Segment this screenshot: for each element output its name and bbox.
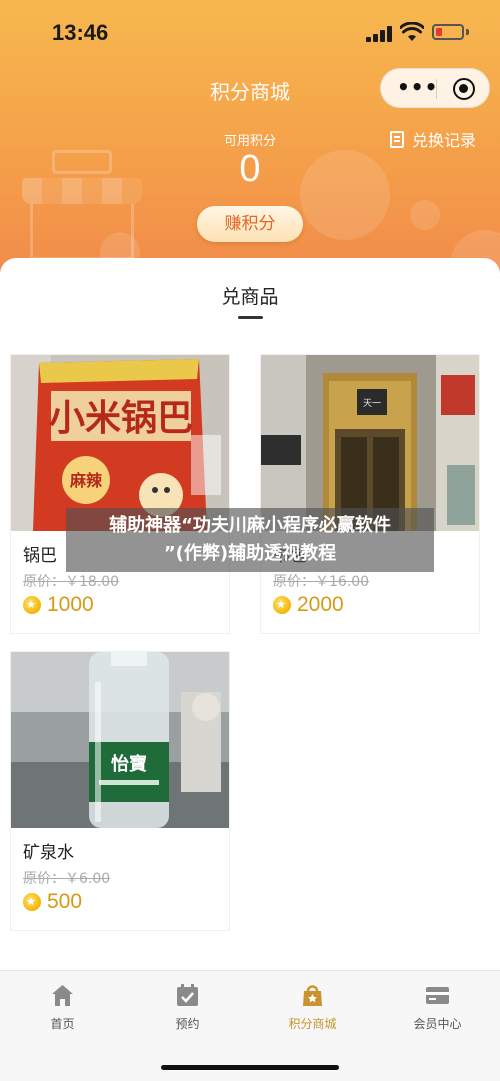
shopping-bag-icon [303,985,322,1006]
watermark-overlay: 辅助神器“功夫川麻小程序必赢软件 ”(作弊)辅助透视教程 [66,508,434,572]
product-original-price: 原价：￥18.00 [23,574,120,590]
home-indicator[interactable] [161,1065,339,1070]
redeem-record-label: 兑换记录 [412,131,477,150]
section-title: 兑商品 [221,286,279,308]
more-dots-icon[interactable]: ••• [397,77,437,99]
tab-home[interactable]: 首页 [0,983,125,1033]
product-original-price: 原价：￥16.00 [273,574,370,590]
product-original-price: 原价：￥6.00 [23,871,111,887]
product-points: 2000 [273,591,344,619]
coin-icon [23,893,41,911]
product-points: 500 [23,888,82,916]
home-icon [52,985,73,1006]
tab-label: 积分商城 [288,1017,337,1031]
product-points-value: 1000 [47,593,94,616]
coin-icon [273,596,291,614]
product-image[interactable]: 小米锅巴 麻辣 [11,355,229,531]
points-value: 0 [239,148,261,190]
overlay-line-1: 辅助神器“功夫川麻小程序必赢软件 [109,515,391,536]
tab-points-mall[interactable]: 积分商城 [250,983,375,1033]
tab-label: 预约 [175,1017,200,1031]
calendar-check-icon [177,984,198,1006]
product-points-value: 500 [47,890,83,913]
svg-text:天一: 天一 [363,399,381,409]
battery-icon [432,24,464,40]
mini-program-close-icon[interactable] [453,78,475,100]
tab-member-center[interactable]: 会员中心 [375,983,500,1033]
status-time: 13:46 [52,20,109,45]
earn-points-button[interactable]: 赚积分 [197,206,303,242]
tab-label: 首页 [50,1017,75,1031]
product-name: 锅巴 [23,546,57,566]
wifi-icon [400,22,424,41]
status-bar: 13:46 [0,0,500,66]
coin-icon [23,596,41,614]
product-card[interactable]: 小米锅巴 麻辣 锅巴 原价：￥18.00 1000 [10,354,230,634]
overlay-line-2: ”(作弊)辅助透视教程 [163,543,337,564]
mini-program-capsule: ••• [380,68,490,108]
svg-text:麻辣: 麻辣 [69,471,103,490]
signal-icon [366,26,392,42]
svg-text:小米锅巴: 小米锅巴 [49,398,193,439]
section-underline [238,316,263,319]
tab-label: 会员中心 [413,1017,462,1031]
tab-reservation[interactable]: 预约 [125,983,250,1033]
member-card-icon [426,987,449,1004]
svg-text:怡寶: 怡寶 [111,753,147,775]
product-card[interactable]: 怡寶 矿泉水 原价：￥6.00 500 [10,651,230,931]
product-image[interactable]: 天一 [261,355,479,531]
product-card[interactable]: 天一 书包 原价：￥16.00 2000 [260,354,480,634]
redeem-record-link[interactable]: 兑换记录 [390,128,476,150]
product-image[interactable]: 怡寶 [11,652,229,828]
document-icon [390,130,404,148]
product-name: 矿泉水 [23,843,74,863]
product-points: 1000 [23,591,94,619]
product-points-value: 2000 [297,593,344,616]
